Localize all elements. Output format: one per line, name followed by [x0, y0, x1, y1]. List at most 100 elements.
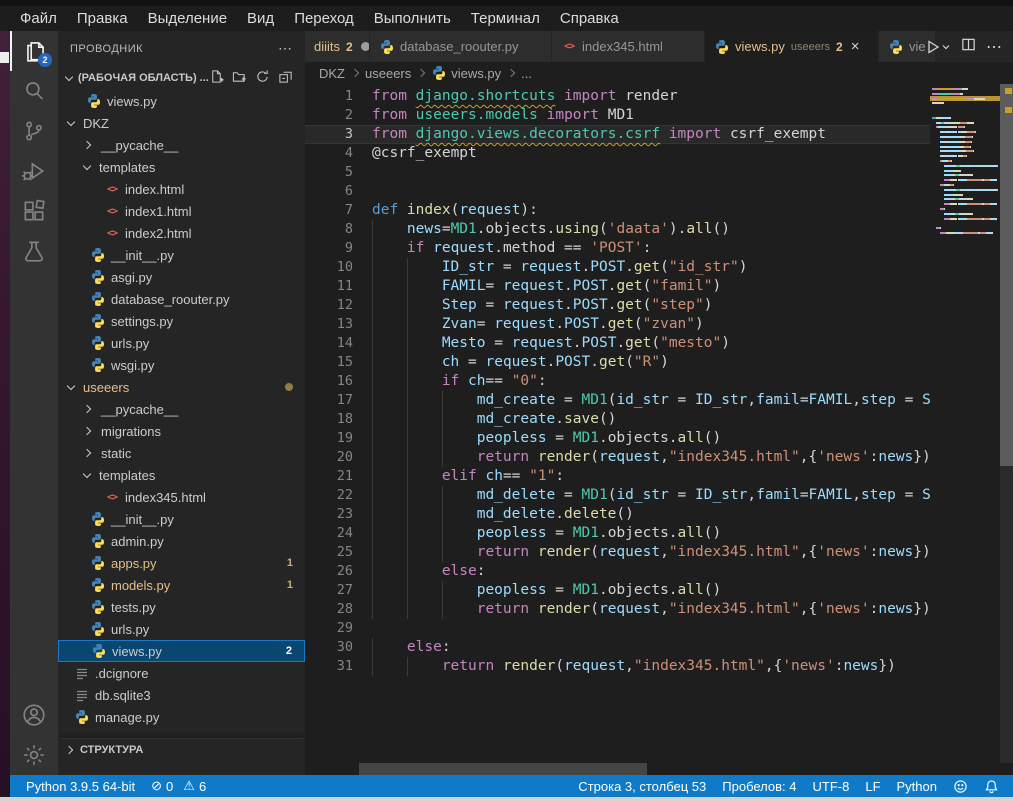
code-token: ch [485, 468, 502, 484]
tree-item-DKZ[interactable]: DKZ [58, 112, 305, 134]
vertical-scrollbar[interactable] [1000, 84, 1013, 763]
py-file-icon [90, 313, 106, 329]
more-actions-icon[interactable]: ⋯ [986, 37, 1003, 57]
tree-item-settings.py[interactable]: settings.py [58, 310, 305, 332]
tree-item-models.py[interactable]: models.py1 [58, 574, 305, 596]
collapse-all-icon[interactable] [278, 69, 293, 87]
extensions-icon[interactable] [10, 191, 58, 231]
new-file-icon[interactable] [209, 69, 224, 87]
minimap-line [959, 213, 968, 215]
line-number: 6 [305, 182, 353, 201]
tree-item-index2.html[interactable]: <>index2.html [58, 222, 305, 244]
vertical-scrollbar-slider[interactable] [1000, 84, 1013, 466]
status-cursor-position[interactable]: Строка 3, столбец 53 [570, 775, 714, 797]
code-token: () [704, 525, 721, 541]
settings-icon[interactable] [10, 735, 58, 775]
tree-item-views.py[interactable]: views.py2 [58, 640, 305, 662]
menu-item-selection[interactable]: Выделение [138, 6, 237, 31]
tab-views.py[interactable]: views.pyuseeers2× [705, 31, 878, 62]
horizontal-scrollbar-thumb[interactable] [359, 763, 647, 775]
tree-item-templates[interactable]: templates [58, 156, 305, 178]
menu-item-view[interactable]: Вид [237, 6, 284, 31]
code-editor[interactable]: 1from django.shortcuts import render2fro… [305, 84, 1013, 775]
chevron-right-icon [83, 141, 91, 149]
status-python-interpreter[interactable]: Python 3.9.5 64-bit [18, 775, 143, 797]
status-feedback[interactable] [945, 775, 976, 797]
tree-item-index345.html[interactable]: <>index345.html [58, 486, 305, 508]
tab-database_roouter.py[interactable]: database_roouter.py [370, 31, 551, 62]
tree-item-.dcignore[interactable]: .dcignore [58, 662, 305, 684]
tree-item-label: views.py [112, 644, 162, 659]
code-token: POST [573, 297, 608, 313]
minimap-line [944, 208, 945, 210]
tree-item-admin.py[interactable]: admin.py [58, 530, 305, 552]
tree-item-index.html[interactable]: <>index.html [58, 178, 305, 200]
status-language-mode[interactable]: Python [889, 775, 945, 797]
indent-guide [442, 524, 477, 543]
code-token: return [442, 658, 494, 674]
tree-item-__pycache__[interactable]: __pycache__ [58, 134, 305, 156]
tab-badge: 2 [346, 40, 353, 54]
workspace-section-header[interactable]: (РАБОЧАЯ ОБЛАСТЬ) ... [58, 66, 305, 90]
tree-item-__init__.py[interactable]: __init__.py [58, 244, 305, 266]
menu-item-go[interactable]: Переход [284, 6, 364, 31]
tree-item-label: index2.html [125, 226, 191, 241]
html-file-icon: <> [104, 181, 120, 197]
tree-item-__init__.py[interactable]: __init__.py [58, 508, 305, 530]
code-line-22: 22 md_delete = MD1(id_str = ID_str,famil… [305, 486, 930, 505]
tree-item-templates[interactable]: templates [58, 464, 305, 486]
status-bar: Python 3.9.5 64-bit⊘0⚠6 Строка 3, столбе… [10, 775, 1013, 797]
py-file-icon [90, 247, 106, 263]
refresh-icon[interactable] [255, 69, 270, 87]
breadcrumb-item-views.py[interactable]: views.py [431, 65, 501, 81]
status-eol[interactable]: LF [857, 775, 888, 797]
code-token: 'daata' [608, 221, 669, 237]
testing-icon[interactable] [10, 231, 58, 271]
tree-item-apps.py[interactable]: apps.py1 [58, 552, 305, 574]
tree-item-urls.py[interactable]: urls.py [58, 618, 305, 640]
minimap[interactable] [930, 84, 1000, 775]
tree-item-db.sqlite3[interactable]: db.sqlite3 [58, 684, 305, 706]
status-notifications[interactable] [976, 775, 1007, 797]
run-icon[interactable] [925, 39, 951, 55]
status-indentation[interactable]: Пробелов: 4 [714, 775, 804, 797]
split-editor-icon[interactable] [961, 37, 976, 57]
source-control-icon[interactable] [10, 111, 58, 151]
menu-item-edit[interactable]: Правка [67, 6, 138, 31]
tree-item-urls.py[interactable]: urls.py [58, 332, 305, 354]
tab-diiits[interactable]: diiits2 [305, 31, 369, 62]
new-folder-icon[interactable] [232, 69, 247, 87]
indent-guide [442, 543, 477, 562]
sidebar-more-icon[interactable]: ⋯ [278, 40, 293, 57]
close-icon[interactable]: × [851, 38, 860, 55]
tree-item-useeers[interactable]: useeers [58, 376, 305, 398]
menu-item-file[interactable]: Файл [10, 6, 67, 31]
tree-item-database_roouter.py[interactable]: database_roouter.py [58, 288, 305, 310]
menu-item-run[interactable]: Выполнить [364, 6, 461, 31]
tree-item-migrations[interactable]: migrations [58, 420, 305, 442]
tree-item-index1.html[interactable]: <>index1.html [58, 200, 305, 222]
account-icon[interactable] [10, 695, 58, 735]
tab-index345.html[interactable]: <>index345.html [552, 31, 704, 62]
tree-item-tests.py[interactable]: tests.py [58, 596, 305, 618]
breadcrumb-item-DKZ[interactable]: DKZ [319, 66, 345, 81]
indent-guide [372, 600, 407, 619]
menu-item-help[interactable]: Справка [550, 6, 629, 31]
code-line-19: 19 peopless = MD1.objects.all() [305, 429, 930, 448]
search-icon[interactable] [10, 71, 58, 111]
tree-item-__pycache__[interactable]: __pycache__ [58, 398, 305, 420]
tree-item-views.py[interactable]: views.py [58, 90, 305, 112]
status-encoding[interactable]: UTF-8 [805, 775, 858, 797]
tree-item-asgi.py[interactable]: asgi.py [58, 266, 305, 288]
tree-item-manage.py[interactable]: manage.py [58, 706, 305, 728]
tree-item-wsgi.py[interactable]: wsgi.py [58, 354, 305, 376]
breadcrumb-item-useeers[interactable]: useeers [365, 66, 411, 81]
tree-item-static[interactable]: static [58, 442, 305, 464]
run-debug-icon[interactable] [10, 151, 58, 191]
breadcrumb-item-...[interactable]: ... [521, 66, 532, 81]
menu-item-terminal[interactable]: Терминал [461, 6, 550, 31]
status-problems[interactable]: ⊘0⚠6 [143, 775, 214, 797]
code-line-29: 29 [305, 619, 930, 638]
explorer-icon[interactable]: 2 [10, 31, 58, 71]
outline-section-header[interactable]: СТРУКТУРА [58, 738, 305, 761]
